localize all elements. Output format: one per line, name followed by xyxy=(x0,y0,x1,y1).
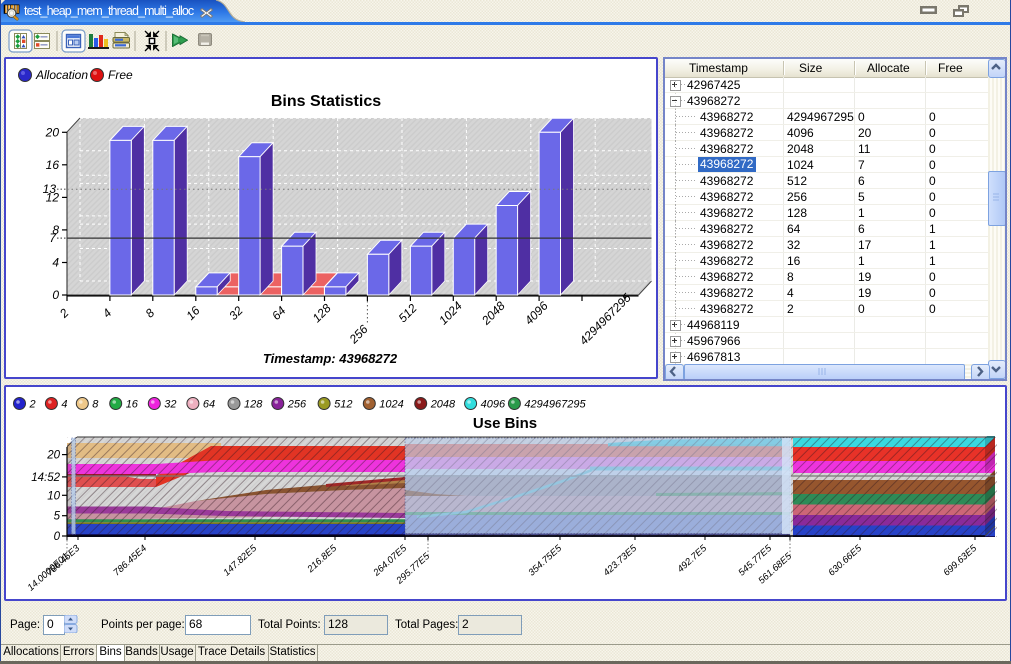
svg-text:20: 20 xyxy=(46,450,60,462)
svg-text:8: 8 xyxy=(143,306,158,321)
svg-text:Free: Free xyxy=(108,68,133,82)
svg-text:20: 20 xyxy=(45,125,60,139)
svg-text:354.75E5: 354.75E5 xyxy=(526,543,564,579)
svg-text:10: 10 xyxy=(47,490,60,502)
svg-text:128: 128 xyxy=(244,399,263,411)
svg-text:Timestamp: 43968272: Timestamp: 43968272 xyxy=(263,351,398,366)
svg-text:0: 0 xyxy=(54,531,61,543)
svg-text:256: 256 xyxy=(287,399,307,411)
svg-text:4096: 4096 xyxy=(522,299,551,328)
svg-text:423.73E5: 423.73E5 xyxy=(601,543,639,579)
svg-text:64: 64 xyxy=(269,303,289,323)
svg-text:699.63E5: 699.63E5 xyxy=(941,543,979,579)
svg-text:32: 32 xyxy=(226,303,246,323)
svg-text:4096: 4096 xyxy=(481,399,506,411)
svg-text:4294967295: 4294967295 xyxy=(524,399,586,411)
svg-text:16: 16 xyxy=(126,399,139,411)
svg-text:13: 13 xyxy=(43,182,57,196)
svg-text:2048: 2048 xyxy=(478,299,508,329)
svg-text:492.7E5: 492.7E5 xyxy=(675,543,709,575)
svg-text:5: 5 xyxy=(54,511,61,523)
svg-text:2048: 2048 xyxy=(430,399,456,411)
svg-text:786.45E4: 786.45E4 xyxy=(111,543,149,578)
svg-text:Use Bins: Use Bins xyxy=(473,415,537,432)
svg-text:256: 256 xyxy=(346,322,371,347)
svg-text:Allocation: Allocation xyxy=(35,68,88,82)
svg-text:128: 128 xyxy=(310,301,334,325)
svg-text:32: 32 xyxy=(164,399,176,411)
svg-text:512: 512 xyxy=(334,399,352,411)
svg-text:4: 4 xyxy=(100,306,115,321)
svg-text:4294967295: 4294967295 xyxy=(577,290,634,347)
svg-text:16: 16 xyxy=(46,158,60,172)
svg-text:Bins Statistics: Bins Statistics xyxy=(271,93,381,110)
svg-text:0: 0 xyxy=(52,288,59,302)
svg-text:786.45E3: 786.45E3 xyxy=(44,543,82,579)
svg-text:14:52: 14:52 xyxy=(31,472,60,484)
svg-text:512: 512 xyxy=(396,301,420,325)
svg-text:4: 4 xyxy=(52,256,59,270)
svg-text:2: 2 xyxy=(29,399,36,411)
svg-text:8: 8 xyxy=(92,399,99,411)
svg-text:630.66E5: 630.66E5 xyxy=(826,543,864,579)
svg-text:2: 2 xyxy=(56,306,72,322)
svg-text:64: 64 xyxy=(203,399,215,411)
svg-text:1024: 1024 xyxy=(436,299,465,328)
svg-text:147.82E5: 147.82E5 xyxy=(221,543,259,579)
svg-text:16: 16 xyxy=(183,303,203,323)
svg-text:216.8E5: 216.8E5 xyxy=(305,543,340,576)
svg-text:1024: 1024 xyxy=(379,399,403,411)
svg-text:4: 4 xyxy=(61,399,67,411)
